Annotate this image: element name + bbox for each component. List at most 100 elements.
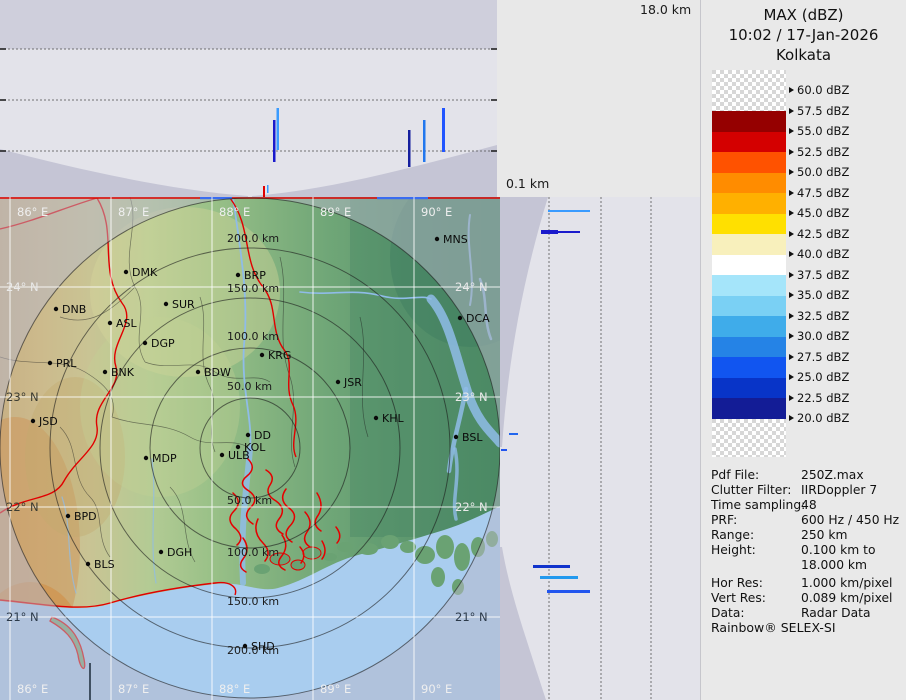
legend-threshold-label: 20.0 dBZ <box>789 412 849 424</box>
metadata-value: 0.089 km/pixel <box>801 591 892 606</box>
product-timestamp: 10:02 / 17-Jan-2026 <box>701 25 906 45</box>
metadata-row: Hor Res:1.000 km/pixel <box>711 576 902 591</box>
station-label: DNB <box>62 303 86 316</box>
legend-threshold-label: 45.0 dBZ <box>789 207 849 219</box>
longitude-label: 88° E <box>219 682 250 696</box>
legend-threshold-text: 20.0 dBZ <box>797 411 849 425</box>
legend-threshold-text: 42.5 dBZ <box>797 227 849 241</box>
legend-color-band <box>712 173 786 193</box>
legend-arrow-icon <box>789 169 794 175</box>
legend-threshold-label: 42.5 dBZ <box>789 228 849 240</box>
metadata-label: Time sampling: <box>711 498 801 513</box>
metadata-row: 18.000 km <box>711 558 902 573</box>
station-marker <box>336 380 340 384</box>
legend-arrow-icon <box>789 87 794 93</box>
station-marker <box>66 514 70 518</box>
station-marker <box>144 456 148 460</box>
metadata-row: Pdf File:250Z.max <box>711 468 902 483</box>
station-label: KRG <box>268 349 291 362</box>
station-name: Kolkata <box>701 45 906 65</box>
range-ring-label: 150.0 km <box>227 595 279 608</box>
height-axis-label-area: 18.0 km 0.1 km <box>497 0 700 197</box>
legend-color-band <box>712 152 786 173</box>
longitude-label: 90° E <box>421 682 452 696</box>
legend-arrow-icon <box>789 292 794 298</box>
legend-threshold-text: 55.0 dBZ <box>797 124 849 138</box>
station-marker <box>435 237 439 241</box>
range-ring-label: 100.0 km <box>227 330 279 343</box>
station-marker <box>458 316 462 320</box>
station-marker <box>54 307 58 311</box>
range-ring-label: 50.0 km <box>227 494 272 507</box>
radar-application-window: { "header": { "product": "MAX (dBZ)", "t… <box>0 0 906 700</box>
station-marker <box>143 341 147 345</box>
legend-threshold-text: 37.5 dBZ <box>797 268 849 282</box>
station-marker <box>124 270 128 274</box>
legend-arrow-icon <box>789 333 794 339</box>
station-marker <box>31 419 35 423</box>
legend-threshold-label: 25.0 dBZ <box>789 371 849 383</box>
metadata-label <box>711 558 801 573</box>
longitude-label: 87° E <box>118 205 149 219</box>
metadata-label: Data: <box>711 606 801 621</box>
station-marker <box>246 433 250 437</box>
legend-arrow-icon <box>789 395 794 401</box>
station-label: SUR <box>172 298 195 311</box>
latitude-label: 21° N <box>6 610 39 624</box>
metadata-value: 250 km <box>801 528 847 543</box>
station-marker <box>374 416 378 420</box>
legend-threshold-label: 50.0 dBZ <box>789 166 849 178</box>
legend-arrow-icon <box>789 374 794 380</box>
top-panel-upper-nodata-band <box>0 0 497 49</box>
product-title: MAX (dBZ) <box>701 5 906 25</box>
legend-threshold-text: 47.5 dBZ <box>797 186 849 200</box>
legend-threshold-label: 27.5 dBZ <box>789 351 849 363</box>
metadata-row: Clutter Filter:IIRDoppler 7 <box>711 483 902 498</box>
longitude-label: 86° E <box>17 205 48 219</box>
legend-color-band <box>712 398 786 419</box>
metadata-label: PRF: <box>711 513 801 528</box>
metadata-label: Clutter Filter: <box>711 483 801 498</box>
legend-color-band <box>712 111 786 132</box>
product-metadata: Pdf File:250Z.maxClutter Filter:IIRDoppl… <box>711 468 902 621</box>
legend-threshold-label: 30.0 dBZ <box>789 330 849 342</box>
station-marker <box>454 435 458 439</box>
legend-panel: MAX (dBZ) 10:02 / 17-Jan-2026 Kolkata 60… <box>700 0 906 700</box>
legend-arrow-icon <box>789 128 794 134</box>
legend-color-band <box>712 132 786 152</box>
station-label: ASL <box>116 317 138 330</box>
legend-threshold-text: 57.5 dBZ <box>797 104 849 118</box>
legend-color-band <box>712 337 786 357</box>
station-label: SHD <box>251 640 275 653</box>
station-label: BSL <box>462 431 483 444</box>
metadata-value: 18.000 km <box>801 558 867 573</box>
latitude-label: 21° N <box>455 610 488 624</box>
radar-map: 86° E86° E87° E87° E88° E88° E89° E89° E… <box>0 197 500 700</box>
legend-arrow-icon <box>789 190 794 196</box>
legend-arrow-icon <box>789 149 794 155</box>
station-label: BNK <box>111 366 135 379</box>
right-panel-background <box>500 197 700 700</box>
vertical-cross-section-right-panel <box>500 197 700 700</box>
legend-threshold-text: 52.5 dBZ <box>797 145 849 159</box>
legend-threshold-label: 57.5 dBZ <box>789 105 849 117</box>
station-label: MNS <box>443 233 468 246</box>
legend-threshold-label: 60.0 dBZ <box>789 84 849 96</box>
legend-transparent-band <box>712 419 786 457</box>
metadata-row: Data:Radar Data <box>711 606 902 621</box>
legend-threshold-text: 30.0 dBZ <box>797 329 849 343</box>
station-label: DGH <box>167 546 192 559</box>
station-label: DCA <box>466 312 490 325</box>
legend-threshold-label: 22.5 dBZ <box>789 392 849 404</box>
station-label: BPD <box>74 510 97 523</box>
station-label: DMK <box>132 266 158 279</box>
longitude-label: 89° E <box>320 205 351 219</box>
legend-threshold-text: 45.0 dBZ <box>797 206 849 220</box>
legend-threshold-text: 32.5 dBZ <box>797 309 849 323</box>
range-ring-label: 150.0 km <box>227 282 279 295</box>
station-label: BRP <box>244 269 266 282</box>
metadata-row: Height:0.100 km to <box>711 543 902 558</box>
latitude-label: 22° N <box>6 500 39 514</box>
legend-color-band <box>712 193 786 214</box>
legend-transparent-band <box>712 70 786 111</box>
